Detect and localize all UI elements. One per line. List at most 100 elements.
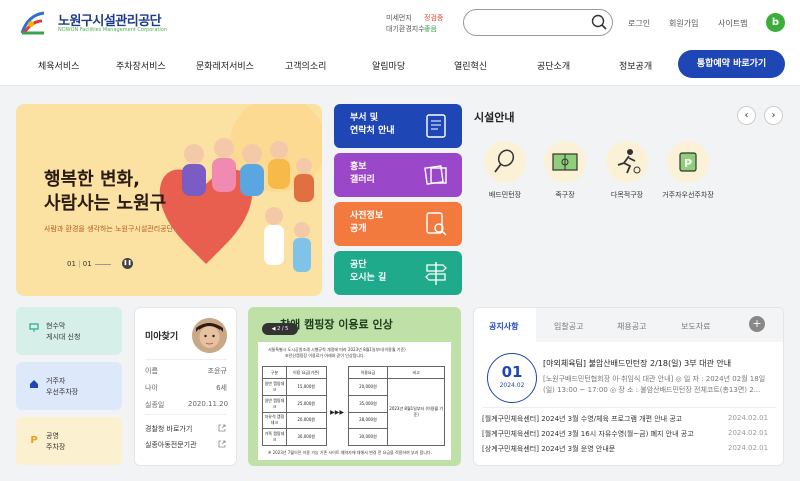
banner-board-icon <box>29 323 39 332</box>
banner-board-line1: 현수막 <box>46 322 66 330</box>
parking-icon: P <box>679 152 697 172</box>
notice-item-title[interactable]: [월계구민체육센터] 2024년 3월 16시 자유수영(월~금) 폐지 안내 … <box>482 429 694 439</box>
quick-dept-contact[interactable]: 부서 및 연락처 안내 <box>334 104 462 148</box>
tab-bids[interactable]: 입찰공고 <box>554 321 583 332</box>
resident-parking-card[interactable]: 거주자 우선주차장 <box>16 362 122 410</box>
facility-label-multipurpose[interactable]: 다목적구장 <box>597 190 657 200</box>
notice-item-date: 2024.02.01 <box>728 444 769 452</box>
pause-icon[interactable]: ❚❚ <box>122 258 133 269</box>
nav-item-parking[interactable]: 주차장서비스 <box>116 59 166 72</box>
missing-agency-link[interactable]: 실종아동전문기관 <box>145 440 197 450</box>
signup-link[interactable]: 회원가입 <box>669 18 698 29</box>
public-parking-line1: 공영 <box>46 432 59 440</box>
featured-notice-body[interactable]: [노원구배드민턴협회장 아·취임식 대관 안내] ◎ 일 자 : 2024년 0… <box>543 374 771 396</box>
facility-badminton[interactable] <box>484 141 526 183</box>
profile-icon[interactable]: b <box>766 13 785 32</box>
facility-resident-parking[interactable]: P <box>667 141 709 183</box>
notice-image-page: 2 / 5 <box>277 326 289 332</box>
reservation-button[interactable]: 통합예약 바로가기 <box>678 50 785 78</box>
chevron-right-icon[interactable]: › <box>764 106 783 125</box>
divider <box>145 359 227 360</box>
banner-board-line2: 게시대 신청 <box>46 333 81 341</box>
public-parking-card[interactable]: P 공영 주차장 <box>16 417 122 465</box>
fee-cell: 30,000원 <box>347 428 389 446</box>
nav-item-voice[interactable]: 고객의소리 <box>285 59 326 72</box>
missing-date-value: 2020.11.20 <box>188 400 229 408</box>
banner-page-current: 01 <box>67 260 76 268</box>
facility-multipurpose[interactable] <box>606 141 648 183</box>
banner-title-line1: 행복한 변화, <box>44 169 140 190</box>
quick-pre-disclosure[interactable]: 사전정보 공개 <box>334 202 462 246</box>
facility-label-badminton[interactable]: 배드민턴장 <box>475 190 535 200</box>
external-link-icon[interactable] <box>218 440 226 448</box>
fee-cell: 일반 캠핑데크 <box>262 378 287 396</box>
fee-cell: 25,000원 <box>285 394 327 413</box>
tab-jobs[interactable]: 채용공고 <box>617 321 646 332</box>
fine-dust-value: 정검중 <box>424 14 444 22</box>
fee-header: 이용 요금(기존) <box>285 366 327 379</box>
air-index-value: 좋음 <box>424 25 437 33</box>
search-icon[interactable] <box>591 14 607 30</box>
logo-subtitle: NOWON Facilities Management Corporation <box>58 27 167 33</box>
missing-date-label: 실종일 <box>145 401 165 409</box>
missing-child-photo <box>192 318 227 353</box>
banner-title: 행복한 변화, 사람사는 노원구 <box>44 168 214 216</box>
notice-item-title[interactable]: [월계구민체육센터] 2024년 3월 수영/체육 프로그램 개편 안내 공고 <box>482 414 682 424</box>
svg-text:P: P <box>30 435 37 444</box>
facility-label-footvolley[interactable]: 족구장 <box>535 190 595 200</box>
nav-item-culture[interactable]: 문화레저서비스 <box>196 59 254 72</box>
more-plus-icon[interactable]: + <box>749 316 765 332</box>
nav-item-innovation[interactable]: 열린혁신 <box>454 59 487 72</box>
external-link-icon[interactable] <box>218 424 226 432</box>
quick-directions[interactable]: 공단 오시는 길 <box>334 251 462 295</box>
banner-board-card[interactable]: 현수막 게시대 신청 <box>16 307 122 355</box>
home-icon <box>30 380 38 388</box>
badminton-icon <box>494 149 515 173</box>
fee-note: 2023년 8월1일부터 (이용월 기준) <box>387 378 445 446</box>
missing-child-title: 미아찾기 <box>145 332 179 342</box>
nav-item-sports[interactable]: 체육서비스 <box>38 59 79 72</box>
court-icon <box>552 153 578 171</box>
running-icon <box>617 149 641 174</box>
facility-label-resident-parking[interactable]: 거주자우선주차장 <box>658 190 718 200</box>
featured-notice-title[interactable]: [야외체육팀] 불암산배드민턴장 2/18(일) 3부 대관 안내 <box>543 358 731 369</box>
nav-item-notice[interactable]: 알림마당 <box>372 59 405 72</box>
chevron-left-icon[interactable]: ‹ <box>737 106 756 125</box>
fee-cell: 15,000원 <box>285 378 327 396</box>
child-photo-image <box>192 318 227 353</box>
fee-cell: 35,000원 <box>347 394 389 413</box>
fee-header: 구분 <box>262 366 287 379</box>
featured-day: 01 <box>501 363 523 381</box>
notice-doc-line2: 초안산캠핑장 이용료가 아래와 같이 인상됩니다. <box>285 353 365 358</box>
tab-press[interactable]: 보도자료 <box>681 321 710 332</box>
fee-cell: 일반 캠핑데크 <box>262 394 287 413</box>
featured-year-month: 2024.02 <box>499 382 525 389</box>
notice-image-pager[interactable]: ◀ 2 / 5 <box>262 323 298 335</box>
login-link[interactable]: 로그인 <box>628 18 650 29</box>
logo-icon[interactable] <box>18 9 48 35</box>
notice-item-title[interactable]: [상계구민체육센터] 2024년 3월 운영 안내문 <box>482 444 615 454</box>
notice-doc-footer: ※ 2023년 7월이전 이용 가능 기존 사이트 예약자에 대해서 변경 전 … <box>268 450 432 455</box>
facility-footvolley[interactable] <box>544 141 586 183</box>
police-link[interactable]: 경찰청 바로가기 <box>145 424 192 434</box>
notice-item-date: 2024.02.01 <box>728 414 769 422</box>
fee-cell: 20,000원 <box>285 411 327 430</box>
divider <box>145 414 227 415</box>
document-icon <box>426 114 446 138</box>
notice-item-date: 2024.02.01 <box>728 429 769 437</box>
fee-cell: 30,000원 <box>285 428 327 446</box>
sitemap-link[interactable]: 사이트맵 <box>718 18 747 29</box>
fee-cell: 28,000원 <box>347 411 389 430</box>
fee-cell: 가족 캠핑데크 <box>262 428 287 446</box>
quick-gallery[interactable]: 홍보 갤러리 <box>334 153 462 197</box>
nav-item-about[interactable]: 공단소개 <box>537 59 570 72</box>
air-index-label: 대기환경지수 <box>386 25 425 33</box>
gallery-icon <box>424 165 447 185</box>
fee-arrow: ▶▶▶ <box>330 408 344 416</box>
fee-cell: 자유석 캠핑데크 <box>262 411 287 430</box>
banner-subtitle: 사람과 환경을 생각하는 노원구시설관리공단 <box>44 225 174 233</box>
fee-header <box>326 367 348 379</box>
nav-item-disclosure[interactable]: 정보공개 <box>619 59 652 72</box>
tab-notices[interactable]: 공지사항 <box>489 321 518 332</box>
parking-p-icon: P <box>30 435 37 444</box>
